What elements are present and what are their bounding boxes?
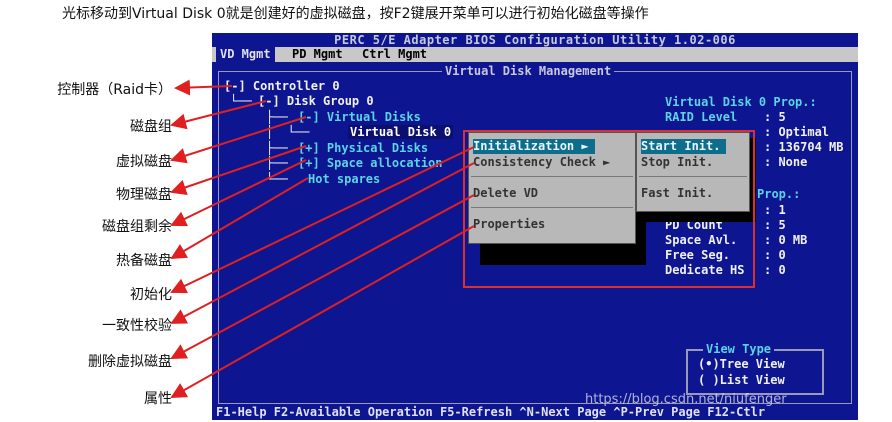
arrow-controller	[174, 79, 233, 96]
arrow-disk-group	[170, 100, 267, 130]
arrow-hot-spare	[170, 177, 309, 260]
arrow-consistency-check	[170, 162, 475, 324]
callout-arrows	[170, 79, 475, 398]
arrow-properties	[170, 225, 475, 398]
